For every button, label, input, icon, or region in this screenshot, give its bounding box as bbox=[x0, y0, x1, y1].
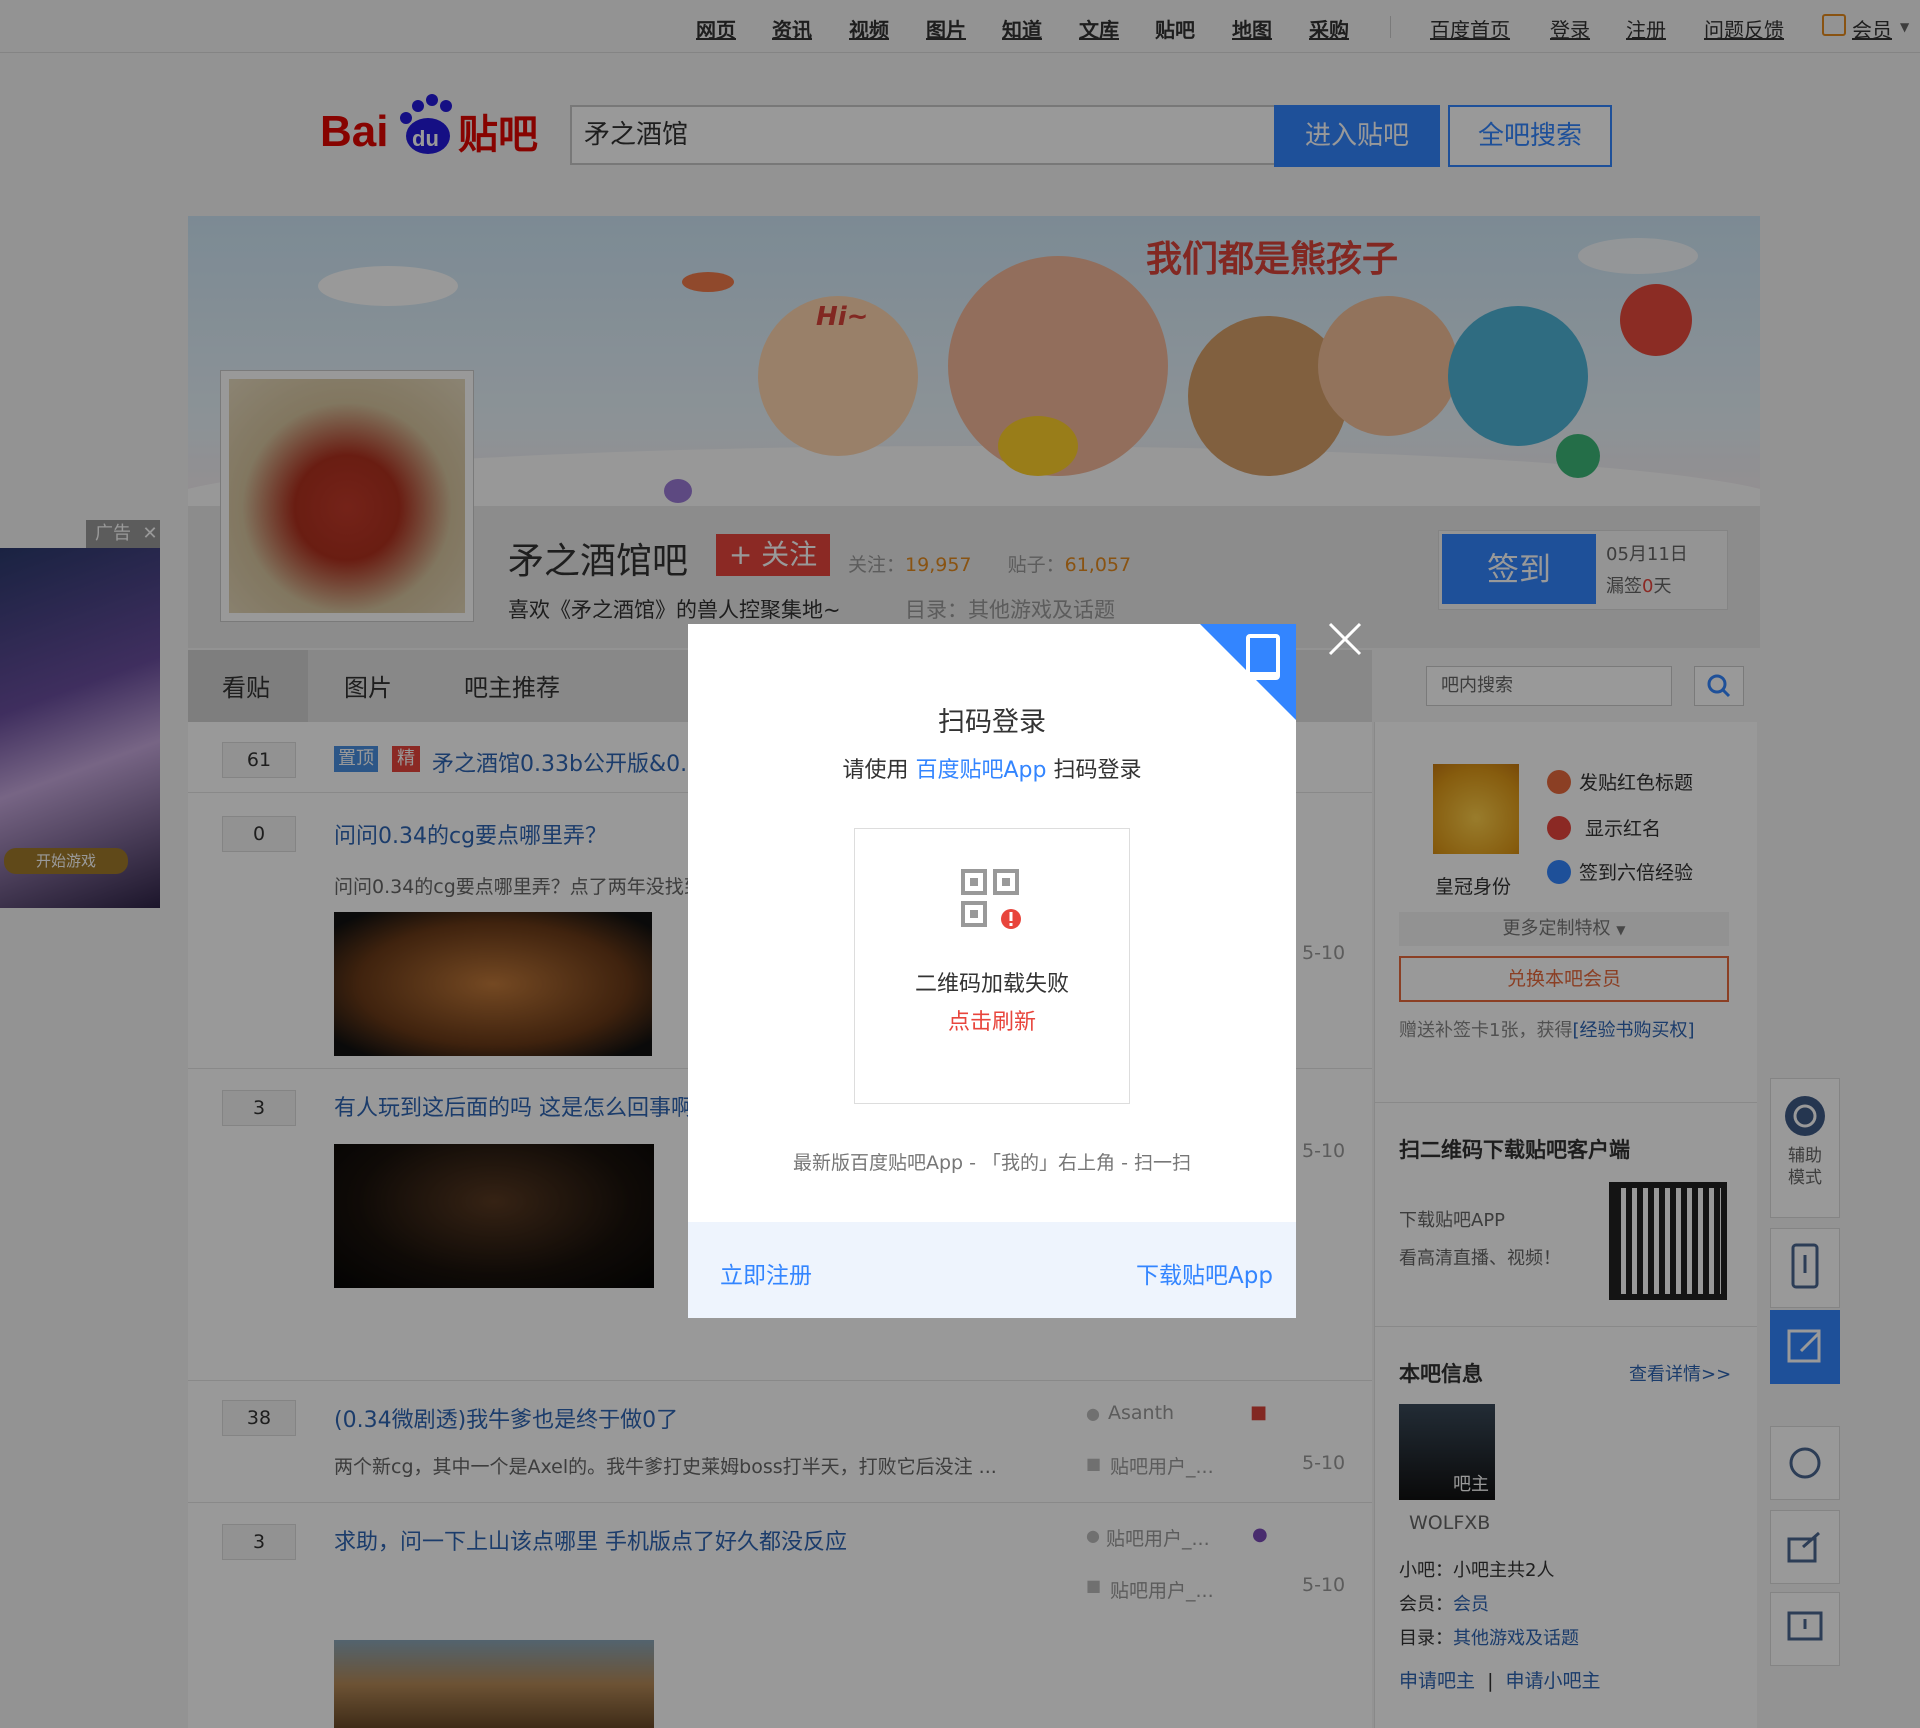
qr-refresh-link[interactable]: 点击刷新 bbox=[854, 1004, 1130, 1036]
modal-subtitle: 请使用 百度贴吧App 扫码登录 bbox=[688, 752, 1296, 784]
modal-hint: 最新版百度贴吧App - 「我的」右上角 - 扫一扫 bbox=[793, 1152, 1191, 1174]
sub-app-name: 百度贴吧App bbox=[915, 758, 1047, 783]
qr-error-icon bbox=[961, 869, 1021, 929]
sub-prefix: 请使用 bbox=[842, 758, 916, 783]
sub-suffix: 扫码登录 bbox=[1046, 758, 1142, 783]
qr-fail-text: 二维码加载失败 bbox=[914, 972, 1069, 997]
register-link[interactable]: 立即注册 bbox=[720, 1256, 812, 1290]
download-app-link[interactable]: 下载贴吧App bbox=[1136, 1256, 1273, 1290]
close-icon[interactable] bbox=[1322, 616, 1368, 662]
modal-title: 扫码登录 bbox=[938, 707, 1046, 738]
